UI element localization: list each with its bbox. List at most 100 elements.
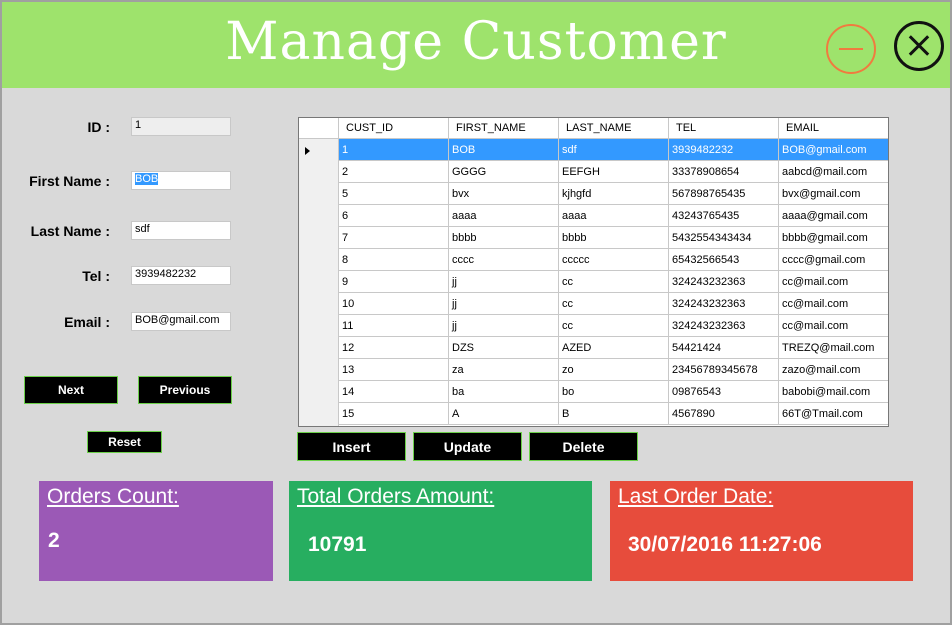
table-cell[interactable]: 324243232363 bbox=[669, 293, 779, 315]
table-cell[interactable]: jj bbox=[449, 315, 559, 337]
table-cell[interactable]: 6 bbox=[339, 205, 449, 227]
table-cell[interactable]: 12 bbox=[339, 337, 449, 359]
table-cell[interactable]: bbbb bbox=[559, 227, 669, 249]
table-cell[interactable]: 33378908654 bbox=[669, 161, 779, 183]
table-cell[interactable]: 4567890 bbox=[669, 403, 779, 425]
table-cell[interactable]: 43243765435 bbox=[669, 205, 779, 227]
table-cell[interactable]: 324243232363 bbox=[669, 271, 779, 293]
orders-count-value: 2 bbox=[48, 529, 60, 552]
table-row[interactable]: 5 bvx kjhgfd 567898765435 bvx@gmail.com bbox=[339, 183, 888, 205]
column-header-tel[interactable]: TEL bbox=[669, 118, 779, 139]
table-cell[interactable]: 10 bbox=[339, 293, 449, 315]
table-cell[interactable]: 14 bbox=[339, 381, 449, 403]
table-cell[interactable]: cc bbox=[559, 293, 669, 315]
table-cell[interactable]: 09876543 bbox=[669, 381, 779, 403]
minimize-icon[interactable] bbox=[826, 24, 876, 74]
delete-button[interactable]: Delete bbox=[529, 432, 638, 461]
close-icon[interactable] bbox=[894, 21, 944, 71]
table-cell[interactable]: DZS bbox=[449, 337, 559, 359]
table-row[interactable]: 13 za zo 23456789345678 zazo@mail.com bbox=[339, 359, 888, 381]
column-header-cust-id[interactable]: CUST_ID bbox=[339, 118, 449, 139]
table-cell[interactable]: EEFGH bbox=[559, 161, 669, 183]
table-cell[interactable]: 66T@Tmail.com bbox=[779, 403, 888, 425]
table-cell[interactable]: aaaa bbox=[449, 205, 559, 227]
table-cell[interactable]: 567898765435 bbox=[669, 183, 779, 205]
tel-field[interactable]: 3939482232 bbox=[131, 266, 231, 285]
table-cell[interactable]: B bbox=[559, 403, 669, 425]
table-row[interactable]: 6 aaaa aaaa 43243765435 aaaa@gmail.com bbox=[339, 205, 888, 227]
table-cell[interactable]: cc bbox=[559, 271, 669, 293]
first-name-field[interactable]: BOB bbox=[131, 171, 231, 190]
table-cell[interactable]: bbbb bbox=[449, 227, 559, 249]
table-cell[interactable]: ccccc bbox=[559, 249, 669, 271]
table-cell[interactable]: BOB bbox=[449, 139, 559, 161]
table-row[interactable]: 2 GGGG EEFGH 33378908654 aabcd@mail.com bbox=[339, 161, 888, 183]
table-cell[interactable]: 15 bbox=[339, 403, 449, 425]
table-row[interactable]: 10 jj cc 324243232363 cc@mail.com bbox=[339, 293, 888, 315]
table-cell[interactable]: jj bbox=[449, 271, 559, 293]
column-header-last-name[interactable]: LAST_NAME bbox=[559, 118, 669, 139]
table-cell[interactable]: A bbox=[449, 403, 559, 425]
table-cell[interactable]: AZED bbox=[559, 337, 669, 359]
update-button[interactable]: Update bbox=[413, 432, 522, 461]
table-row[interactable]: 7 bbbb bbbb 5432554343434 bbbb@gmail.com bbox=[339, 227, 888, 249]
table-cell[interactable]: zazo@mail.com bbox=[779, 359, 888, 381]
table-cell[interactable]: 324243232363 bbox=[669, 315, 779, 337]
table-cell[interactable]: 1 bbox=[339, 139, 449, 161]
email-field[interactable]: BOB@gmail.com bbox=[131, 312, 231, 331]
table-row[interactable]: 11 jj cc 324243232363 cc@mail.com bbox=[339, 315, 888, 337]
next-button[interactable]: Next bbox=[24, 376, 118, 404]
table-cell[interactable]: BOB@gmail.com bbox=[779, 139, 888, 161]
table-cell[interactable]: aaaa bbox=[559, 205, 669, 227]
table-row[interactable]: 12 DZS AZED 54421424 TREZQ@mail.com bbox=[339, 337, 888, 359]
last-order-date-card: Last Order Date: 30/07/2016 11:27:06 bbox=[610, 481, 913, 581]
table-cell[interactable]: zo bbox=[559, 359, 669, 381]
table-row[interactable]: 14 ba bo 09876543 babobi@mail.com bbox=[339, 381, 888, 403]
reset-button[interactable]: Reset bbox=[87, 431, 162, 453]
table-cell[interactable]: cc@mail.com bbox=[779, 271, 888, 293]
table-cell[interactable]: cc bbox=[559, 315, 669, 337]
table-cell[interactable]: cccc@gmail.com bbox=[779, 249, 888, 271]
previous-button[interactable]: Previous bbox=[138, 376, 232, 404]
table-cell[interactable]: jj bbox=[449, 293, 559, 315]
table-cell[interactable]: 13 bbox=[339, 359, 449, 381]
last-name-field[interactable]: sdf bbox=[131, 221, 231, 240]
table-row[interactable]: 15 A B 4567890 66T@Tmail.com bbox=[339, 403, 888, 425]
table-cell[interactable]: 5 bbox=[339, 183, 449, 205]
table-cell[interactable]: 2 bbox=[339, 161, 449, 183]
table-cell[interactable]: cc@mail.com bbox=[779, 293, 888, 315]
table-row[interactable]: 9 jj cc 324243232363 cc@mail.com bbox=[339, 271, 888, 293]
customer-grid[interactable]: CUST_ID FIRST_NAME LAST_NAME TEL EMAIL 1… bbox=[298, 117, 889, 427]
table-cell[interactable]: TREZQ@mail.com bbox=[779, 337, 888, 359]
table-row[interactable]: 1 BOB sdf 3939482232 BOB@gmail.com bbox=[339, 139, 888, 161]
table-cell[interactable]: ba bbox=[449, 381, 559, 403]
table-cell[interactable]: aaaa@gmail.com bbox=[779, 205, 888, 227]
table-cell[interactable]: babobi@mail.com bbox=[779, 381, 888, 403]
table-cell[interactable]: bvx bbox=[449, 183, 559, 205]
table-cell[interactable]: 8 bbox=[339, 249, 449, 271]
table-cell[interactable]: cccc bbox=[449, 249, 559, 271]
table-cell[interactable]: sdf bbox=[559, 139, 669, 161]
table-cell[interactable]: aabcd@mail.com bbox=[779, 161, 888, 183]
table-cell[interactable]: 23456789345678 bbox=[669, 359, 779, 381]
table-cell[interactable]: cc@mail.com bbox=[779, 315, 888, 337]
table-cell[interactable]: 11 bbox=[339, 315, 449, 337]
table-cell[interactable]: 5432554343434 bbox=[669, 227, 779, 249]
table-row[interactable]: 8 cccc ccccc 65432566543 cccc@gmail.com bbox=[339, 249, 888, 271]
table-cell[interactable]: kjhgfd bbox=[559, 183, 669, 205]
table-cell[interactable]: za bbox=[449, 359, 559, 381]
table-cell[interactable]: bvx@gmail.com bbox=[779, 183, 888, 205]
table-cell[interactable]: GGGG bbox=[449, 161, 559, 183]
id-field[interactable]: 1 bbox=[131, 117, 231, 136]
table-cell[interactable]: 9 bbox=[339, 271, 449, 293]
table-cell[interactable]: bo bbox=[559, 381, 669, 403]
column-header-first-name[interactable]: FIRST_NAME bbox=[449, 118, 559, 139]
table-cell[interactable]: 65432566543 bbox=[669, 249, 779, 271]
table-cell[interactable]: 3939482232 bbox=[669, 139, 779, 161]
id-label: ID : bbox=[87, 119, 110, 135]
table-cell[interactable]: 54421424 bbox=[669, 337, 779, 359]
table-cell[interactable]: 7 bbox=[339, 227, 449, 249]
insert-button[interactable]: Insert bbox=[297, 432, 406, 461]
table-cell[interactable]: bbbb@gmail.com bbox=[779, 227, 888, 249]
column-header-email[interactable]: EMAIL bbox=[779, 118, 888, 139]
